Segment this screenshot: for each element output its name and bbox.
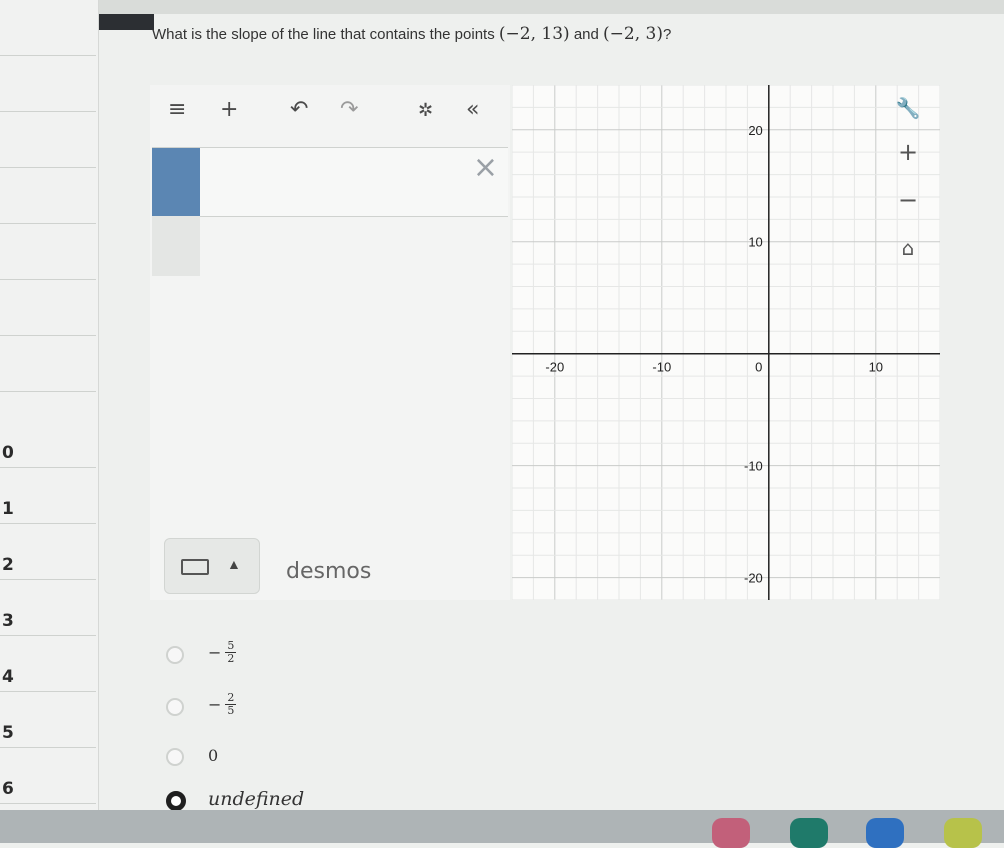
x-tick-label: 10 (869, 360, 883, 375)
point-one: (−2, 13) (498, 24, 570, 44)
menu-icon[interactable]: ≡ (168, 97, 186, 122)
radio-button[interactable] (166, 698, 184, 716)
taskbar (0, 810, 1004, 843)
app-icon[interactable] (944, 818, 982, 848)
question-number: 4 (2, 667, 14, 687)
question-nav-item[interactable] (0, 112, 96, 168)
question-number: 1 (2, 499, 14, 519)
question-number: 5 (2, 723, 14, 743)
radio-button[interactable] (166, 646, 184, 664)
question-nav-item[interactable] (0, 0, 96, 56)
question-nav-item[interactable] (0, 336, 96, 392)
app-icon[interactable] (790, 818, 828, 848)
undo-icon[interactable]: ↶ (290, 97, 308, 122)
graph-controls: 🔧 + − ⌂ (868, 85, 940, 285)
settings-icon[interactable]: ✲ (418, 100, 433, 121)
empty-expression-tab[interactable] (152, 216, 200, 276)
question-nav-item[interactable] (0, 56, 96, 112)
question-number: 2 (2, 555, 14, 575)
question-nav-item[interactable]: 2 (0, 524, 96, 580)
question-nav-item[interactable]: 6 (0, 748, 96, 804)
browser-top-strip (0, 0, 1004, 14)
zoom-out-button[interactable]: − (880, 177, 936, 223)
expression-row: × (152, 147, 508, 217)
home-button[interactable]: ⌂ (880, 225, 936, 271)
y-tick-label: -20 (744, 571, 763, 586)
y-tick-label: -10 (744, 459, 763, 474)
x-tick-label: 0 (755, 360, 762, 375)
question-nav-item[interactable] (0, 168, 96, 224)
expression-color-tab[interactable] (152, 148, 200, 216)
question-mark: ? (662, 26, 672, 43)
keypad-toggle-button[interactable]: ▲ (164, 538, 260, 594)
question-nav-item[interactable]: 1 (0, 468, 96, 524)
fraction: 52 (225, 640, 237, 665)
y-tick-label: 20 (748, 123, 762, 138)
minus-sign: − (208, 643, 222, 662)
answer-choice[interactable]: −2 5 (160, 692, 520, 728)
question-conjunction: and (573, 26, 599, 43)
x-tick-label: -20 (545, 360, 564, 375)
app-icon[interactable] (866, 818, 904, 848)
question-sidebar: 0 1 2 3 4 5 6 (0, 0, 99, 812)
wrench-icon[interactable]: 🔧 (880, 85, 936, 131)
app-icon[interactable] (712, 818, 750, 848)
question-nav-item[interactable] (0, 280, 96, 336)
collapse-panel-icon[interactable]: « (466, 97, 479, 122)
question-nav-item[interactable]: 4 (0, 636, 96, 692)
redo-icon[interactable]: ↷ (340, 97, 358, 122)
question-nav-item[interactable] (0, 224, 96, 280)
question-nav-item[interactable]: 0 (0, 412, 96, 468)
question-number: 6 (2, 779, 14, 799)
zoom-in-button[interactable]: + (880, 129, 936, 175)
desmos-logo: desmos (286, 559, 372, 584)
answer-choice[interactable]: −5 2 (160, 640, 520, 676)
fraction: 25 (225, 692, 237, 717)
caret-up-icon: ▲ (227, 556, 241, 572)
answer-choices: −5 2 −2 5 0 undefined (160, 640, 580, 815)
radio-button-selected[interactable] (166, 791, 186, 811)
window-tab[interactable] (96, 14, 154, 30)
expression-panel: ≡ + ↶ ↷ ✲ « × ▲ desmos (150, 85, 510, 600)
close-icon[interactable]: × (473, 150, 498, 185)
x-tick-label: -10 (652, 360, 671, 375)
fraction-denominator: 2 (227, 652, 235, 665)
radio-button[interactable] (166, 748, 184, 766)
question-number: 0 (2, 443, 14, 463)
choice-label: 0 (208, 746, 219, 765)
add-expression-icon[interactable]: + (220, 97, 238, 122)
choice-label: −2 5 (208, 692, 237, 717)
question-nav-item[interactable]: 3 (0, 580, 96, 636)
keyboard-icon (181, 559, 209, 575)
question-text: What is the slope of the line that conta… (152, 26, 495, 43)
desmos-calculator: ≡ + ↶ ↷ ✲ « × ▲ desmos -20 -10 0 10 20 10 -10 -… (150, 85, 940, 600)
expression-input[interactable] (202, 148, 502, 216)
y-tick-label: 10 (748, 235, 762, 250)
point-two: (−2, 3) (603, 24, 663, 44)
question-number: 3 (2, 611, 14, 631)
question-prompt: What is the slope of the line that conta… (152, 24, 671, 44)
fraction-denominator: 5 (227, 704, 235, 717)
answer-choice[interactable]: 0 (160, 742, 520, 778)
choice-label: undefined (208, 788, 305, 810)
question-nav-item[interactable]: 5 (0, 692, 96, 748)
minus-sign: − (208, 695, 222, 714)
choice-label: −5 2 (208, 640, 237, 665)
